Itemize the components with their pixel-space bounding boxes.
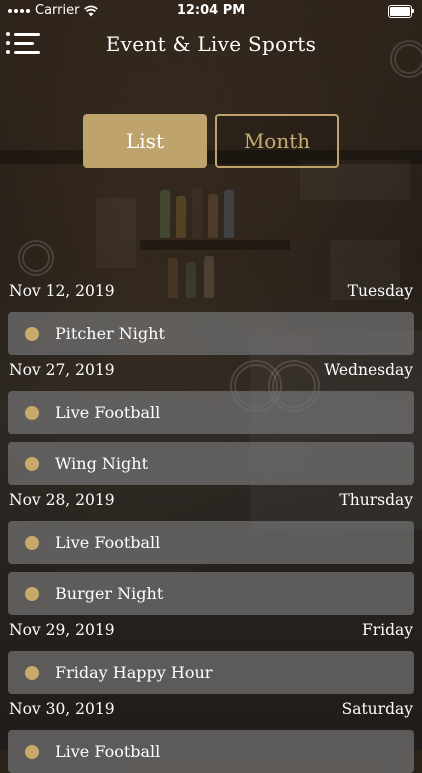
event-bullet-icon [25, 665, 39, 680]
event-name: Friday Happy Hour [55, 663, 213, 682]
event-name: Burger Night [55, 584, 164, 603]
event-name: Pitcher Night [55, 324, 165, 343]
date-label: Nov 30, 2019 [9, 700, 115, 718]
tab-month[interactable]: Month [215, 114, 339, 168]
weekday-label: Tuesday [347, 282, 413, 300]
event-name: Live Football [55, 742, 161, 761]
event-item[interactable]: Wing Night [8, 442, 414, 485]
status-bar: Carrier 12:04 PM [0, 0, 422, 22]
event-name: Live Football [55, 403, 161, 422]
event-item[interactable]: Live Football [8, 391, 414, 434]
event-bullet-icon [25, 535, 39, 550]
date-label: Nov 27, 2019 [9, 361, 115, 379]
view-toggle: List Month [83, 114, 339, 168]
event-item[interactable]: Pitcher Night [8, 312, 414, 355]
event-bullet-icon [25, 744, 39, 759]
date-header: Nov 27, 2019 Wednesday [0, 359, 422, 381]
event-item[interactable]: Live Football [8, 521, 414, 564]
event-name: Live Football [55, 533, 161, 552]
date-label: Nov 28, 2019 [9, 491, 115, 509]
date-header: Nov 28, 2019 Thursday [0, 489, 422, 511]
event-name: Wing Night [55, 454, 149, 473]
battery-icon [388, 5, 414, 18]
date-header: Nov 29, 2019 Friday [0, 619, 422, 641]
date-label: Nov 12, 2019 [9, 282, 115, 300]
tab-list[interactable]: List [83, 114, 207, 168]
page-title: Event & Live Sports [105, 32, 317, 56]
status-time: 12:04 PM [176, 3, 246, 18]
event-item[interactable]: Live Football [8, 730, 414, 773]
event-bullet-icon [25, 456, 39, 471]
weekday-label: Friday [361, 621, 413, 639]
event-item[interactable]: Burger Night [8, 572, 414, 615]
event-list: Nov 12, 2019 Tuesday Pitcher Night Nov 2… [0, 280, 422, 773]
weekday-label: Thursday [339, 491, 413, 509]
weekday-label: Wednesday [324, 361, 413, 379]
date-header: Nov 12, 2019 Tuesday [0, 280, 422, 302]
event-bullet-icon [25, 326, 39, 341]
event-item[interactable]: Friday Happy Hour [8, 651, 414, 694]
date-label: Nov 29, 2019 [9, 621, 115, 639]
event-bullet-icon [25, 586, 39, 601]
date-header: Nov 30, 2019 Saturday [0, 698, 422, 720]
nav-header: Event & Live Sports [0, 24, 422, 64]
event-bullet-icon [25, 405, 39, 420]
weekday-label: Saturday [341, 700, 413, 718]
